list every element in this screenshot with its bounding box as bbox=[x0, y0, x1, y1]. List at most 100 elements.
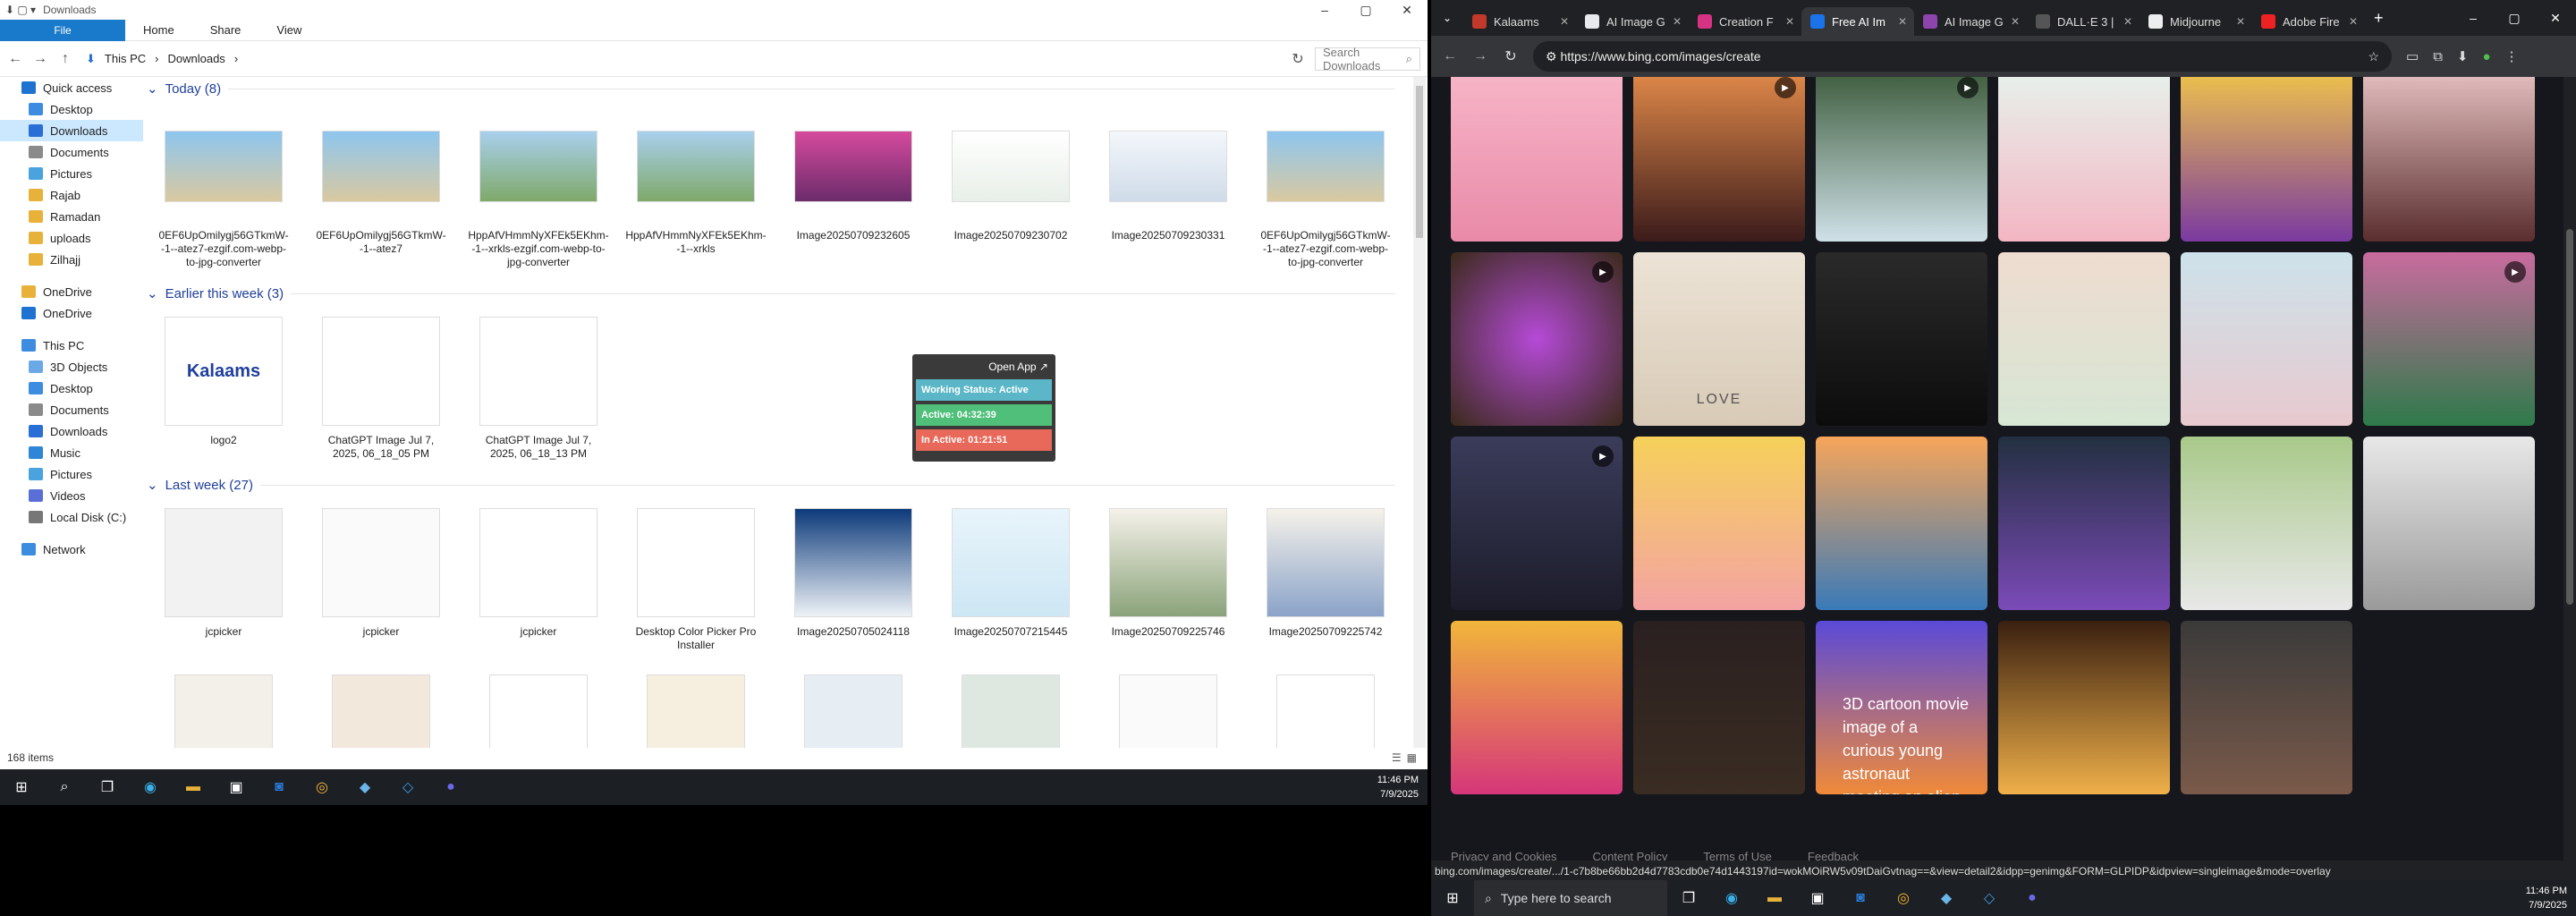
file-item[interactable] bbox=[948, 665, 1073, 748]
generated-image[interactable]: ▶ bbox=[1451, 252, 1623, 426]
tab-search-icon[interactable]: ⌄ bbox=[1431, 12, 1463, 24]
generated-image[interactable] bbox=[1816, 252, 1987, 426]
start-icon[interactable]: ⊞ bbox=[0, 769, 43, 805]
generated-image[interactable] bbox=[2181, 252, 2352, 426]
zoom-icon[interactable]: ● bbox=[429, 769, 472, 805]
large-icons-view-icon[interactable]: ▦ bbox=[1407, 751, 1417, 764]
group-header[interactable]: ⌄ Earlier this week (3) bbox=[143, 282, 1413, 305]
generated-image[interactable]: 3D cartoon movie image of a curious youn… bbox=[1816, 621, 1987, 794]
file-item[interactable]: Image20250709225742 bbox=[1263, 504, 1388, 652]
file-item[interactable] bbox=[791, 665, 916, 748]
generated-image[interactable] bbox=[2181, 437, 2352, 610]
generated-image[interactable] bbox=[1998, 77, 2170, 242]
site-info-icon[interactable]: ⚙ bbox=[1546, 49, 1560, 64]
file-item[interactable]: Image20250707215445 bbox=[948, 504, 1073, 652]
tab-close-icon[interactable]: ✕ bbox=[2349, 15, 2358, 28]
open-app-link[interactable]: Open App ↗ bbox=[916, 358, 1052, 376]
nav-item[interactable]: Downloads bbox=[0, 420, 143, 442]
generated-image[interactable] bbox=[2363, 77, 2535, 242]
nav-item[interactable]: Pictures bbox=[0, 463, 143, 485]
page-scroll-thumb[interactable] bbox=[2566, 229, 2573, 605]
tab-close-icon[interactable]: ✕ bbox=[2123, 15, 2132, 28]
nav-item[interactable]: uploads bbox=[0, 227, 143, 249]
clock[interactable]: 11:46 PM 7/9/2025 bbox=[1377, 773, 1419, 802]
up-icon[interactable]: ↑ bbox=[57, 51, 73, 67]
nav-item[interactable]: OneDrive bbox=[0, 281, 143, 302]
nav-item[interactable]: Rajab bbox=[0, 184, 143, 206]
ribbon-tab-home[interactable]: Home bbox=[125, 20, 192, 41]
scroll-thumb[interactable] bbox=[1416, 86, 1423, 238]
browser-tab[interactable]: Creation F ✕ bbox=[1689, 7, 1801, 36]
nav-item[interactable]: Documents bbox=[0, 399, 143, 420]
chrome-icon[interactable]: ◎ bbox=[301, 769, 343, 805]
vscode-icon[interactable]: ◇ bbox=[1968, 880, 2011, 916]
nav-item[interactable]: Desktop bbox=[0, 98, 143, 120]
forward-icon[interactable]: → bbox=[32, 51, 48, 67]
store-icon[interactable]: ▣ bbox=[1796, 880, 1839, 916]
file-item[interactable] bbox=[161, 665, 286, 748]
minimize-icon[interactable]: – bbox=[1304, 0, 1345, 20]
ribbon-tab-share[interactable]: Share bbox=[192, 20, 259, 41]
file-item[interactable] bbox=[476, 665, 601, 748]
address-bar[interactable]: ⚙ https://www.bing.com/images/create ☆ bbox=[1533, 41, 2392, 72]
file-item[interactable]: Kalaams logo2 bbox=[161, 312, 286, 461]
nav-item[interactable]: Documents bbox=[0, 141, 143, 163]
taskbar-search[interactable]: ⌕ Type here to search bbox=[1474, 880, 1667, 916]
nav-item[interactable]: This PC bbox=[0, 335, 143, 356]
tab-close-icon[interactable]: ✕ bbox=[1560, 15, 1569, 28]
nav-item[interactable]: Zilhajj bbox=[0, 249, 143, 270]
start-icon[interactable]: ⊞ bbox=[1431, 880, 1474, 916]
file-item[interactable] bbox=[318, 665, 444, 748]
generated-image[interactable] bbox=[1998, 621, 2170, 794]
file-item[interactable]: Image20250709230702 bbox=[948, 107, 1073, 269]
tab-close-icon[interactable]: ✕ bbox=[1785, 15, 1794, 28]
search-input[interactable]: Search Downloads ⌕ bbox=[1315, 46, 1420, 72]
tab-close-icon[interactable]: ✕ bbox=[2236, 15, 2245, 28]
nav-item[interactable]: Downloads bbox=[0, 120, 143, 141]
file-item[interactable]: Image20250709230331 bbox=[1106, 107, 1231, 269]
generated-image[interactable]: LOVE bbox=[1633, 252, 1805, 426]
footer-link[interactable]: Terms of Use bbox=[1703, 850, 1772, 861]
browser-tab[interactable]: DALL·E 3 | ✕ bbox=[2027, 7, 2140, 36]
forward-icon[interactable]: → bbox=[1472, 48, 1488, 64]
video-play-icon[interactable]: ▶ bbox=[2504, 261, 2526, 283]
profile-icon[interactable]: ● bbox=[2482, 49, 2490, 64]
browser-tab[interactable]: Adobe Fire ✕ bbox=[2252, 7, 2365, 36]
file-item[interactable]: jcpicker bbox=[318, 504, 444, 652]
generated-image[interactable]: ▶ bbox=[1451, 437, 1623, 610]
reload-icon[interactable]: ↻ bbox=[1503, 47, 1519, 65]
nav-item[interactable]: Ramadan bbox=[0, 206, 143, 227]
app-icon[interactable]: ◆ bbox=[343, 769, 386, 805]
tab-close-icon[interactable]: ✕ bbox=[1898, 15, 1907, 28]
ribbon-tab-view[interactable]: View bbox=[258, 20, 319, 41]
nav-item[interactable]: Quick access bbox=[0, 77, 143, 98]
search-icon[interactable]: ⌕ bbox=[43, 769, 86, 805]
refresh-icon[interactable]: ↻ bbox=[1290, 50, 1306, 68]
close-icon[interactable]: ✕ bbox=[2535, 0, 2576, 36]
file-item[interactable]: 0EF6UpOmilygj56GTkmW--1--atez7-ezgif.com… bbox=[1260, 107, 1391, 269]
nav-item[interactable]: Network bbox=[0, 539, 143, 560]
file-item[interactable]: Image20250705024118 bbox=[791, 504, 916, 652]
generated-image[interactable] bbox=[2181, 621, 2352, 794]
generated-image[interactable] bbox=[1451, 77, 1623, 242]
file-item[interactable]: ChatGPT Image Jul 7, 2025, 06_18_05 PM bbox=[318, 312, 444, 461]
file-item[interactable]: Desktop Color Picker Pro Installer bbox=[633, 504, 758, 652]
breadcrumb-downloads[interactable]: Downloads bbox=[167, 52, 225, 65]
generated-image[interactable] bbox=[1451, 621, 1623, 794]
menu-icon[interactable]: ⋮ bbox=[2505, 48, 2519, 64]
file-item[interactable] bbox=[633, 665, 758, 748]
edge-icon[interactable]: ◉ bbox=[129, 769, 172, 805]
back-icon[interactable]: ← bbox=[7, 51, 23, 67]
generated-image[interactable] bbox=[1816, 437, 1987, 610]
vscode-icon[interactable]: ◇ bbox=[386, 769, 429, 805]
clock[interactable]: 11:46 PM 7/9/2025 bbox=[2526, 884, 2567, 912]
sidebar-icon[interactable]: ▭ bbox=[2406, 48, 2419, 64]
file-item[interactable]: HppAfVHmmNyXFEk5EKhm--1--xrkls-ezgif.com… bbox=[468, 107, 609, 269]
zoom-icon[interactable]: ● bbox=[2011, 880, 2054, 916]
file-item[interactable]: Image20250709225746 bbox=[1106, 504, 1231, 652]
browser-tab[interactable]: AI Image G ✕ bbox=[1914, 7, 2027, 36]
maximize-icon[interactable]: ▢ bbox=[2494, 0, 2535, 36]
video-play-icon[interactable]: ▶ bbox=[1592, 261, 1614, 283]
nav-item[interactable]: Pictures bbox=[0, 163, 143, 184]
outlook-icon[interactable]: ◙ bbox=[258, 769, 301, 805]
